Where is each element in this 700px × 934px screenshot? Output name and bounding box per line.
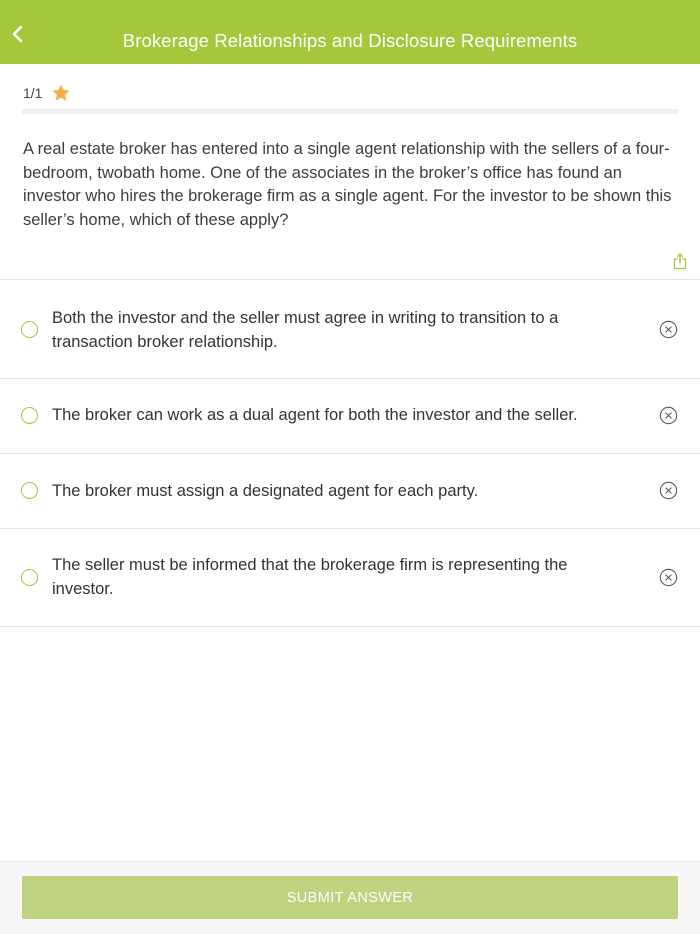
answer-option[interactable]: The seller must be informed that the bro… [0, 529, 700, 627]
question-counter: 1/1 [23, 85, 43, 101]
question-text: A real estate broker has entered into a … [23, 140, 672, 229]
answer-option-text: The broker can work as a dual agent for … [52, 406, 578, 424]
footer-bar: SUBMIT ANSWER [0, 861, 700, 934]
answer-option-text: The seller must be informed that the bro… [52, 556, 568, 598]
eliminate-option-icon[interactable] [659, 481, 678, 500]
page-title: Brokerage Relationships and Disclosure R… [122, 30, 578, 51]
radio-button[interactable] [21, 569, 38, 586]
progress-row: 1/1 [23, 82, 71, 104]
answer-option[interactable]: The broker can work as a dual agent for … [0, 379, 700, 454]
eliminate-option-icon[interactable] [659, 320, 678, 339]
radio-button[interactable] [21, 321, 38, 338]
quiz-screen: Brokerage Relationships and Disclosure R… [0, 0, 700, 934]
submit-answer-button[interactable]: SUBMIT ANSWER [22, 876, 678, 919]
star-icon[interactable] [51, 83, 71, 103]
answer-option-text: Both the investor and the seller must ag… [52, 309, 559, 351]
radio-button[interactable] [21, 407, 38, 424]
eliminate-option-icon[interactable] [659, 406, 678, 425]
eliminate-option-icon[interactable] [659, 568, 678, 587]
answer-option[interactable]: The broker must assign a designated agen… [0, 454, 700, 529]
answer-options: Both the investor and the seller must ag… [0, 279, 700, 627]
radio-button[interactable] [21, 482, 38, 499]
progress-bar [22, 109, 678, 114]
share-icon[interactable] [673, 252, 687, 270]
answer-option-text: The broker must assign a designated agen… [52, 482, 479, 500]
header-bar: Brokerage Relationships and Disclosure R… [0, 0, 700, 64]
answer-option[interactable]: Both the investor and the seller must ag… [0, 280, 700, 379]
